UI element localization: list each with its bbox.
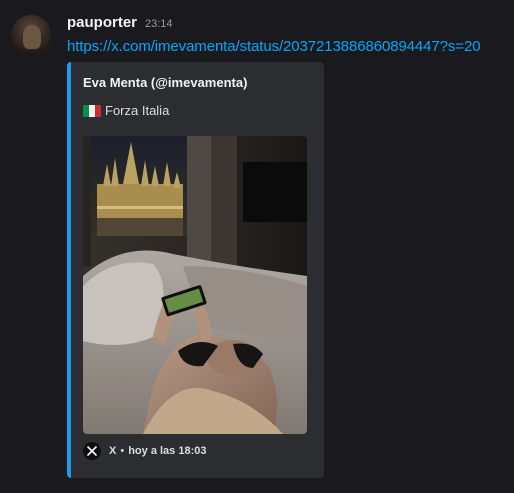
embed-footer-provider: X (109, 445, 117, 457)
message-header: pauporter 23:14 (67, 14, 173, 36)
embed-accent-bar (67, 62, 71, 478)
embed-footer: X • hoy a las 18:03 (83, 442, 206, 460)
embed-footer-separator: • (120, 445, 125, 457)
embed-footer-time: hoy a las 18:03 (128, 445, 207, 457)
embed-description-text: Forza Italia (105, 103, 170, 118)
username[interactable]: pauporter (67, 14, 137, 31)
user-avatar[interactable] (11, 15, 51, 55)
embed-description: Forza Italia (83, 103, 169, 118)
message-link[interactable]: https://x.com/imevamenta/status/20372138… (67, 38, 481, 55)
embed-author[interactable]: Eva Menta (@imevamenta) (83, 75, 247, 90)
x-logo-icon (83, 442, 101, 460)
embed-image[interactable] (83, 136, 307, 434)
link-embed: Eva Menta (@imevamenta) Forza Italia X •… (67, 62, 324, 478)
message-timestamp[interactable]: 23:14 (145, 18, 173, 30)
chat-message: pauporter 23:14 https://x.com/imevamenta… (0, 0, 514, 493)
italy-flag-icon (83, 104, 101, 117)
